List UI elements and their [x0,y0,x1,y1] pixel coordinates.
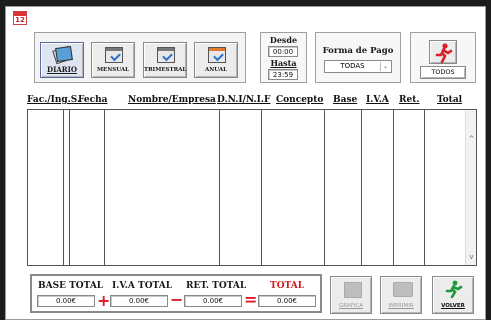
chevron-up-icon[interactable]: ^ [466,135,477,143]
chevron-down-icon[interactable]: ⌄ [380,62,390,71]
chart-icon [344,282,362,298]
print-label: IMPRIMIR [388,303,414,309]
grand-total-label: TOTAL [270,281,305,291]
plus-sign: + [97,291,111,310]
annual-button[interactable]: ANUAL [194,42,238,78]
column-divider [324,110,325,265]
vertical-scrollbar[interactable]: ^ v [465,110,476,265]
base-total-field: 0.00€ [37,295,95,307]
monthly-label: MENSUAL [96,67,130,73]
quarterly-button[interactable]: TRIMESTRAL [143,42,187,78]
chevron-down-icon[interactable]: v [466,253,477,261]
column-divider [261,110,262,265]
col-header-dni: D.N.I/N.I.F [217,95,271,105]
running-person-icon [445,280,463,298]
col-header-base: Base [333,95,358,105]
ret-total-label: RET. TOTAL [186,281,247,291]
print-button: IMPRIMIR [380,276,422,314]
column-divider [424,110,425,265]
hasta-field[interactable]: 23:59 [268,69,298,80]
todos-button[interactable]: TODOS [420,66,466,79]
calendar-check-icon [208,47,226,63]
column-divider [69,110,70,265]
iva-total-field: 0.00€ [110,295,168,307]
column-divider [219,110,220,265]
col-header-invoice: Fac./Ing.S. [27,95,81,105]
col-header-concept: Concepto [276,95,324,105]
base-total-label: BASE TOTAL [38,281,104,291]
column-divider [361,110,362,265]
desde-label: Desde [269,35,298,45]
calendar-app-icon: 12 [13,11,27,25]
back-label: VOLVER [441,303,465,309]
iva-total-label: I.V.A TOTAL [112,281,173,291]
payment-selected-value: TODAS [340,62,365,70]
grand-total-field: 0.00€ [258,295,316,307]
monthly-button[interactable]: MENSUAL [91,42,135,78]
desde-field[interactable]: 00:00 [268,46,298,57]
back-button[interactable]: VOLVER [432,276,474,314]
payment-select[interactable]: TODAS ⌄ [324,60,392,73]
daily-label: DIARIO [47,65,77,74]
todos-label: TODOS [431,68,455,76]
col-header-total: Total [437,95,463,105]
annual-label: ANUAL [204,67,228,73]
col-header-ret: Ret. [399,95,420,105]
col-header-date: Fecha [78,95,108,105]
ret-total-field: 0.00€ [184,295,242,307]
payment-group [315,32,401,83]
running-person-icon [435,43,453,64]
column-divider [104,110,105,265]
daily-button[interactable]: DIARIO [40,42,84,78]
records-list[interactable] [27,109,477,266]
chart-button: GRAFICA [330,276,372,314]
column-divider [393,110,394,265]
col-header-iva: I.V.A [366,95,389,105]
column-divider [63,110,64,265]
col-header-name: Nombre/Empresa [128,95,216,105]
runner-icon-button[interactable] [429,40,457,64]
calendar-check-icon [105,47,123,63]
printer-icon [393,282,413,297]
payment-label: Forma de Pago [322,46,394,56]
equals-sign: = [244,290,258,309]
minus-sign: − [170,290,184,309]
chart-label: GRAFICA [338,303,363,309]
hasta-label: Hasta [270,58,297,68]
calendar-stack-icon [52,45,73,65]
calendar-check-icon [157,47,175,63]
quarterly-label: TRIMESTRAL [144,67,187,73]
